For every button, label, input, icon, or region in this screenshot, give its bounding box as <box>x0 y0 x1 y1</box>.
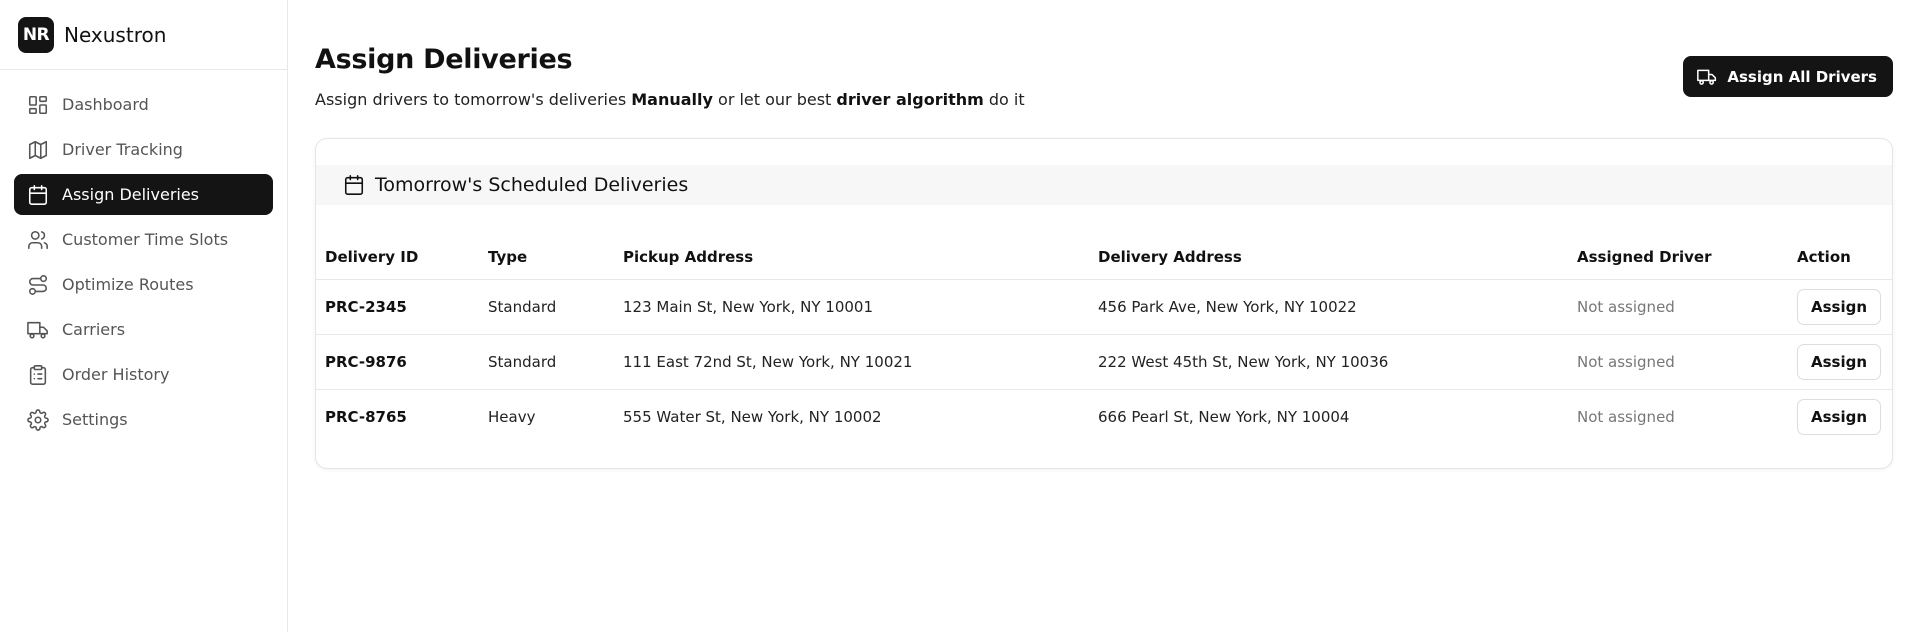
sidebar-item-label: Optimize Routes <box>62 275 194 294</box>
delivery-id-cell: PRC-2345 <box>316 279 479 335</box>
column-header-action: Action <box>1788 235 1892 280</box>
sidebar-item-settings[interactable]: Settings <box>14 399 273 440</box>
subtitle-text: or let our best <box>712 90 837 109</box>
table-row: PRC-2345 Standard 123 Main St, New York,… <box>316 279 1892 335</box>
sidebar-item-customer-time-slots[interactable]: Customer Time Slots <box>14 219 273 260</box>
sidebar-item-order-history[interactable]: Order History <box>14 354 273 395</box>
assign-button[interactable]: Assign <box>1797 343 1882 380</box>
assign-all-drivers-button[interactable]: Assign All Drivers <box>1683 56 1893 97</box>
sidebar-item-label: Driver Tracking <box>62 140 183 159</box>
brand: NR Nexustron <box>0 0 287 70</box>
type-cell: Heavy <box>488 407 536 426</box>
deliveries-card-title: Tomorrow's Scheduled Deliveries <box>375 174 689 196</box>
sidebar-item-label: Carriers <box>62 320 126 339</box>
sidebar-item-optimize-routes[interactable]: Optimize Routes <box>14 264 273 305</box>
subtitle-emphasis-manually: Manually <box>631 90 713 109</box>
type-cell: Standard <box>479 334 614 390</box>
column-header-type: Type <box>479 235 614 280</box>
sidebar-item-label: Assign Deliveries <box>62 185 200 204</box>
sidebar-item-label: Customer Time Slots <box>62 230 229 249</box>
assign-all-drivers-label: Assign All Drivers <box>1727 67 1877 86</box>
truck-icon <box>27 321 48 339</box>
calendar-icon <box>344 175 364 195</box>
assigned-driver-cell: Not assigned <box>1568 334 1788 390</box>
layout-dashboard-icon <box>28 95 48 114</box>
column-header-assigned-driver: Assigned Driver <box>1568 235 1788 280</box>
sidebar-item-label: Order History <box>62 365 170 384</box>
table-row: PRC-8765 Heavy 555 Water St, New York, N… <box>316 389 1892 444</box>
pickup-address-cell: 111 East 72nd St, New York, NY 10021 <box>614 334 1089 390</box>
delivery-address-cell: 666 Pearl St, New York, NY 10004 <box>1098 407 1350 426</box>
sidebar-nav: Dashboard Driver Tracking Assign Deliver… <box>0 70 287 440</box>
route-icon <box>28 274 48 295</box>
action-cell: Assign <box>1788 279 1892 335</box>
subtitle-text: do it <box>983 90 1025 109</box>
sidebar-item-driver-tracking[interactable]: Driver Tracking <box>14 129 273 170</box>
delivery-id-cell: PRC-9876 <box>316 334 479 390</box>
pickup-address-cell: 555 Water St, New York, NY 10002 <box>623 407 882 426</box>
type-cell: Standard <box>479 279 614 335</box>
sidebar-item-carriers[interactable]: Carriers <box>14 309 273 350</box>
truck-icon <box>1697 69 1717 85</box>
brand-logo: NR <box>18 16 54 53</box>
table-row: PRC-9876 Standard 111 East 72nd St, New … <box>316 334 1892 390</box>
delivery-id-cell: PRC-8765 <box>325 407 407 426</box>
sidebar-item-label: Settings <box>62 410 128 429</box>
sidebar: NR Nexustron Dashboard Driver Tracking A… <box>0 0 288 632</box>
action-cell: Assign <box>1788 389 1892 444</box>
main-content: Assign Deliveries Assign drivers to tomo… <box>288 0 1917 632</box>
assigned-driver-cell: Not assigned <box>1577 407 1675 426</box>
brand-name: Nexustron <box>64 22 167 47</box>
column-header-delivery-id: Delivery ID <box>316 235 479 280</box>
sidebar-item-assign-deliveries[interactable]: Assign Deliveries <box>14 174 273 215</box>
calendar-icon <box>28 184 48 205</box>
users-icon <box>28 230 48 249</box>
gear-icon <box>27 408 49 431</box>
deliveries-card-header: Tomorrow's Scheduled Deliveries <box>316 165 1892 205</box>
subtitle-emphasis-algorithm: driver algorithm <box>836 90 984 109</box>
assigned-driver-cell: Not assigned <box>1568 279 1788 335</box>
delivery-address-cell: 456 Park Ave, New York, NY 10022 <box>1089 279 1568 335</box>
assign-button[interactable]: Assign <box>1797 398 1882 435</box>
pickup-address-cell: 123 Main St, New York, NY 10001 <box>614 279 1089 335</box>
sidebar-item-dashboard[interactable]: Dashboard <box>14 84 273 125</box>
page-title: Assign Deliveries <box>315 44 573 75</box>
deliveries-table: Delivery ID Type Pickup Address Delivery… <box>316 235 1892 444</box>
sidebar-item-label: Dashboard <box>62 95 149 114</box>
column-header-delivery-address: Delivery Address <box>1089 235 1568 280</box>
assign-button[interactable]: Assign <box>1797 288 1882 325</box>
delivery-address-cell: 222 West 45th St, New York, NY 10036 <box>1089 334 1568 390</box>
subtitle-text: Assign drivers to tomorrow's deliveries <box>315 90 632 109</box>
clipboard-list-icon <box>29 364 47 385</box>
map-icon <box>28 140 48 159</box>
page-subtitle: Assign drivers to tomorrow's deliveries … <box>315 90 1025 109</box>
column-header-pickup-address: Pickup Address <box>614 235 1089 280</box>
deliveries-card: Tomorrow's Scheduled Deliveries Delivery… <box>315 138 1893 469</box>
app-root: NR Nexustron Dashboard Driver Tracking A… <box>0 0 1917 632</box>
action-cell: Assign <box>1788 334 1892 390</box>
table-header-row: Delivery ID Type Pickup Address Delivery… <box>316 235 1892 280</box>
